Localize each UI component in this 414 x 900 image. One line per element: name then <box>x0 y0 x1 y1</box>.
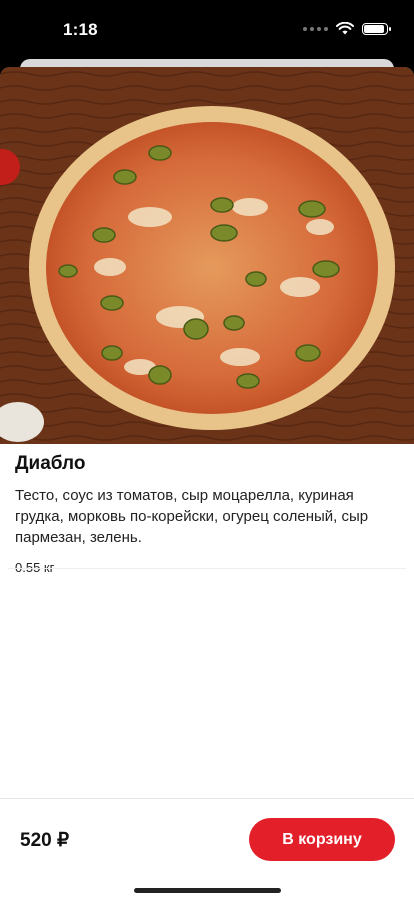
wifi-icon <box>336 22 354 35</box>
pizza-illustration <box>0 67 414 444</box>
product-title: Диабло <box>15 453 86 474</box>
home-indicator <box>134 888 281 893</box>
battery-icon <box>362 22 391 35</box>
product-description: Тесто, соус из томатов, сыр моцарелла, к… <box>15 487 369 546</box>
pizza-photo <box>0 67 414 444</box>
status-icons <box>303 22 391 35</box>
status-bar: 1:18 <box>0 0 414 58</box>
product-sheet: Диабло Тесто, соус из томатов, сыр моцар… <box>0 67 414 900</box>
cellular-dots-icon <box>303 26 328 31</box>
add-to-cart-button[interactable]: В корзину <box>249 818 395 861</box>
status-time: 1:18 <box>63 20 98 39</box>
price-label: 520 ₽ <box>20 830 70 851</box>
divider <box>8 568 406 569</box>
product-info: Диабло Тесто, соус из томатов, сыр моцар… <box>15 453 399 575</box>
bottom-bar: 520 ₽ В корзину <box>0 798 414 900</box>
